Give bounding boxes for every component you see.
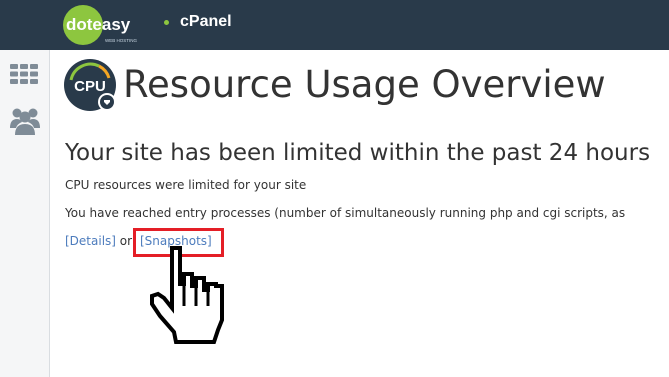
grid-icon[interactable] — [9, 63, 39, 85]
cpu-limit-message: CPU resources were limited for your site — [65, 178, 307, 192]
logo-text: doteasy — [66, 15, 131, 34]
links-row: [Details] or [Snapshots] — [65, 234, 212, 248]
or-text: or — [119, 234, 133, 248]
doteasy-logo[interactable]: doteasy WEB HOSTING — [63, 5, 151, 45]
limit-subheading: Your site has been limited within the pa… — [65, 140, 651, 166]
sidebar — [0, 50, 50, 377]
separator-dot — [164, 20, 169, 25]
cpu-gauge-icon: CPU — [64, 59, 116, 111]
details-link[interactable]: [Details] — [65, 234, 116, 248]
hand-pointer-icon — [150, 246, 224, 344]
cpu-icon-label: CPU — [74, 78, 106, 95]
users-icon[interactable] — [9, 106, 41, 136]
page-title: Resource Usage Overview — [123, 63, 606, 106]
logo-tagline: WEB HOSTING — [105, 38, 138, 43]
entry-processes-message: You have reached entry processes (number… — [65, 206, 626, 220]
product-name: cPanel — [180, 13, 232, 30]
top-bar: doteasy WEB HOSTING cPanel — [0, 0, 669, 50]
